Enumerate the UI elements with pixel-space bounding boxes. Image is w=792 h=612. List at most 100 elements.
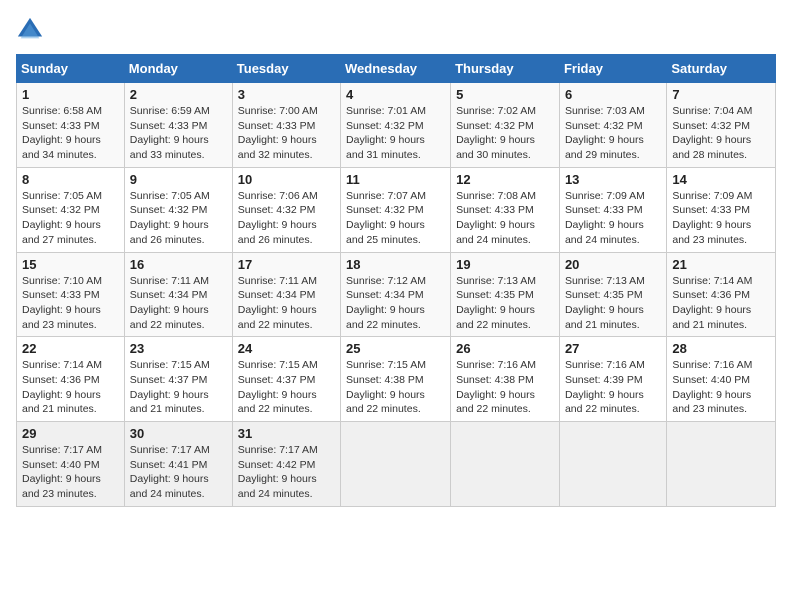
- day-info: Sunrise: 7:05 AM Sunset: 4:32 PM Dayligh…: [130, 189, 227, 248]
- weekday-header-thursday: Thursday: [451, 55, 560, 83]
- day-number: 30: [130, 426, 227, 441]
- logo: [16, 16, 48, 44]
- day-number: 29: [22, 426, 119, 441]
- calendar-cell: 28 Sunrise: 7:16 AM Sunset: 4:40 PM Dayli…: [667, 337, 776, 422]
- calendar-cell: 3 Sunrise: 7:00 AM Sunset: 4:33 PM Daylig…: [232, 83, 340, 168]
- day-info: Sunrise: 6:59 AM Sunset: 4:33 PM Dayligh…: [130, 104, 227, 163]
- day-info: Sunrise: 7:17 AM Sunset: 4:40 PM Dayligh…: [22, 443, 119, 502]
- calendar-week-4: 22 Sunrise: 7:14 AM Sunset: 4:36 PM Dayli…: [17, 337, 776, 422]
- day-number: 28: [672, 341, 770, 356]
- calendar-cell: 10Sunrise: 7:06 AM Sunset: 4:32 PM Dayli…: [232, 167, 340, 252]
- calendar-cell: 19Sunrise: 7:13 AM Sunset: 4:35 PM Dayli…: [451, 252, 560, 337]
- calendar-cell: 17Sunrise: 7:11 AM Sunset: 4:34 PM Dayli…: [232, 252, 340, 337]
- calendar-cell: 25 Sunrise: 7:15 AM Sunset: 4:38 PM Dayli…: [341, 337, 451, 422]
- weekday-header-tuesday: Tuesday: [232, 55, 340, 83]
- weekday-header-saturday: Saturday: [667, 55, 776, 83]
- calendar-cell: 6 Sunrise: 7:03 AM Sunset: 4:32 PM Daylig…: [559, 83, 666, 168]
- page-container: SundayMondayTuesdayWednesdayThursdayFrid…: [0, 0, 792, 515]
- calendar-cell: 16 Sunrise: 7:11 AM Sunset: 4:34 PM Dayli…: [124, 252, 232, 337]
- day-info: Sunrise: 7:05 AM Sunset: 4:32 PM Dayligh…: [22, 189, 119, 248]
- day-info: Sunrise: 7:14 AM Sunset: 4:36 PM Dayligh…: [22, 358, 119, 417]
- calendar-cell: 2 Sunrise: 6:59 AM Sunset: 4:33 PM Daylig…: [124, 83, 232, 168]
- day-number: 8: [22, 172, 119, 187]
- day-info: Sunrise: 7:04 AM Sunset: 4:32 PM Dayligh…: [672, 104, 770, 163]
- day-number: 4: [346, 87, 445, 102]
- day-number: 25: [346, 341, 445, 356]
- day-number: 11: [346, 172, 445, 187]
- day-info: Sunrise: 7:12 AM Sunset: 4:34 PM Dayligh…: [346, 274, 445, 333]
- day-info: Sunrise: 7:00 AM Sunset: 4:33 PM Dayligh…: [238, 104, 335, 163]
- day-info: Sunrise: 7:16 AM Sunset: 4:38 PM Dayligh…: [456, 358, 554, 417]
- calendar-cell: [667, 422, 776, 507]
- day-number: 2: [130, 87, 227, 102]
- calendar-cell: 22 Sunrise: 7:14 AM Sunset: 4:36 PM Dayli…: [17, 337, 125, 422]
- calendar-cell: 11 Sunrise: 7:07 AM Sunset: 4:32 PM Dayli…: [341, 167, 451, 252]
- calendar-cell: [559, 422, 666, 507]
- calendar-cell: 14 Sunrise: 7:09 AM Sunset: 4:33 PM Dayli…: [667, 167, 776, 252]
- day-info: Sunrise: 7:10 AM Sunset: 4:33 PM Dayligh…: [22, 274, 119, 333]
- day-number: 5: [456, 87, 554, 102]
- day-info: Sunrise: 7:16 AM Sunset: 4:40 PM Dayligh…: [672, 358, 770, 417]
- day-number: 3: [238, 87, 335, 102]
- calendar-week-1: 1 Sunrise: 6:58 AM Sunset: 4:33 PM Daylig…: [17, 83, 776, 168]
- day-number: 10: [238, 172, 335, 187]
- day-number: 12: [456, 172, 554, 187]
- calendar-week-5: 29 Sunrise: 7:17 AM Sunset: 4:40 PM Dayli…: [17, 422, 776, 507]
- weekday-header-sunday: Sunday: [17, 55, 125, 83]
- day-number: 1: [22, 87, 119, 102]
- calendar-week-3: 15 Sunrise: 7:10 AM Sunset: 4:33 PM Dayli…: [17, 252, 776, 337]
- calendar-cell: 29 Sunrise: 7:17 AM Sunset: 4:40 PM Dayli…: [17, 422, 125, 507]
- calendar-table: SundayMondayTuesdayWednesdayThursdayFrid…: [16, 54, 776, 507]
- calendar-cell: 21Sunrise: 7:14 AM Sunset: 4:36 PM Dayli…: [667, 252, 776, 337]
- day-info: Sunrise: 7:13 AM Sunset: 4:35 PM Dayligh…: [565, 274, 661, 333]
- day-info: Sunrise: 7:14 AM Sunset: 4:36 PM Dayligh…: [672, 274, 770, 333]
- day-info: Sunrise: 7:08 AM Sunset: 4:33 PM Dayligh…: [456, 189, 554, 248]
- day-number: 15: [22, 257, 119, 272]
- calendar-cell: 15 Sunrise: 7:10 AM Sunset: 4:33 PM Dayli…: [17, 252, 125, 337]
- day-number: 22: [22, 341, 119, 356]
- day-info: Sunrise: 7:15 AM Sunset: 4:38 PM Dayligh…: [346, 358, 445, 417]
- day-info: Sunrise: 7:17 AM Sunset: 4:41 PM Dayligh…: [130, 443, 227, 502]
- header: [16, 16, 776, 44]
- calendar-cell: 23 Sunrise: 7:15 AM Sunset: 4:37 PM Dayli…: [124, 337, 232, 422]
- day-info: Sunrise: 7:15 AM Sunset: 4:37 PM Dayligh…: [238, 358, 335, 417]
- calendar-cell: 26 Sunrise: 7:16 AM Sunset: 4:38 PM Dayli…: [451, 337, 560, 422]
- calendar-cell: 4 Sunrise: 7:01 AM Sunset: 4:32 PM Daylig…: [341, 83, 451, 168]
- day-number: 26: [456, 341, 554, 356]
- day-info: Sunrise: 7:03 AM Sunset: 4:32 PM Dayligh…: [565, 104, 661, 163]
- day-number: 6: [565, 87, 661, 102]
- day-info: Sunrise: 7:16 AM Sunset: 4:39 PM Dayligh…: [565, 358, 661, 417]
- day-info: Sunrise: 7:09 AM Sunset: 4:33 PM Dayligh…: [565, 189, 661, 248]
- day-info: Sunrise: 7:07 AM Sunset: 4:32 PM Dayligh…: [346, 189, 445, 248]
- calendar-cell: [341, 422, 451, 507]
- day-number: 24: [238, 341, 335, 356]
- calendar-cell: 13Sunrise: 7:09 AM Sunset: 4:33 PM Dayli…: [559, 167, 666, 252]
- day-info: Sunrise: 6:58 AM Sunset: 4:33 PM Dayligh…: [22, 104, 119, 163]
- day-number: 7: [672, 87, 770, 102]
- calendar-cell: 8 Sunrise: 7:05 AM Sunset: 4:32 PM Daylig…: [17, 167, 125, 252]
- day-number: 16: [130, 257, 227, 272]
- weekday-header-wednesday: Wednesday: [341, 55, 451, 83]
- day-number: 27: [565, 341, 661, 356]
- calendar-cell: 30 Sunrise: 7:17 AM Sunset: 4:41 PM Dayli…: [124, 422, 232, 507]
- calendar-cell: 1 Sunrise: 6:58 AM Sunset: 4:33 PM Daylig…: [17, 83, 125, 168]
- day-info: Sunrise: 7:01 AM Sunset: 4:32 PM Dayligh…: [346, 104, 445, 163]
- calendar-cell: 24 Sunrise: 7:15 AM Sunset: 4:37 PM Dayli…: [232, 337, 340, 422]
- calendar-week-2: 8 Sunrise: 7:05 AM Sunset: 4:32 PM Daylig…: [17, 167, 776, 252]
- day-info: Sunrise: 7:15 AM Sunset: 4:37 PM Dayligh…: [130, 358, 227, 417]
- calendar-cell: 9 Sunrise: 7:05 AM Sunset: 4:32 PM Daylig…: [124, 167, 232, 252]
- day-number: 23: [130, 341, 227, 356]
- calendar-cell: 7 Sunrise: 7:04 AM Sunset: 4:32 PM Daylig…: [667, 83, 776, 168]
- day-info: Sunrise: 7:17 AM Sunset: 4:42 PM Dayligh…: [238, 443, 335, 502]
- day-number: 9: [130, 172, 227, 187]
- day-number: 31: [238, 426, 335, 441]
- day-info: Sunrise: 7:11 AM Sunset: 4:34 PM Dayligh…: [130, 274, 227, 333]
- calendar-cell: 5 Sunrise: 7:02 AM Sunset: 4:32 PM Daylig…: [451, 83, 560, 168]
- day-number: 18: [346, 257, 445, 272]
- day-info: Sunrise: 7:02 AM Sunset: 4:32 PM Dayligh…: [456, 104, 554, 163]
- calendar-header-row: SundayMondayTuesdayWednesdayThursdayFrid…: [17, 55, 776, 83]
- calendar-cell: 27 Sunrise: 7:16 AM Sunset: 4:39 PM Dayli…: [559, 337, 666, 422]
- day-info: Sunrise: 7:09 AM Sunset: 4:33 PM Dayligh…: [672, 189, 770, 248]
- weekday-header-friday: Friday: [559, 55, 666, 83]
- day-number: 14: [672, 172, 770, 187]
